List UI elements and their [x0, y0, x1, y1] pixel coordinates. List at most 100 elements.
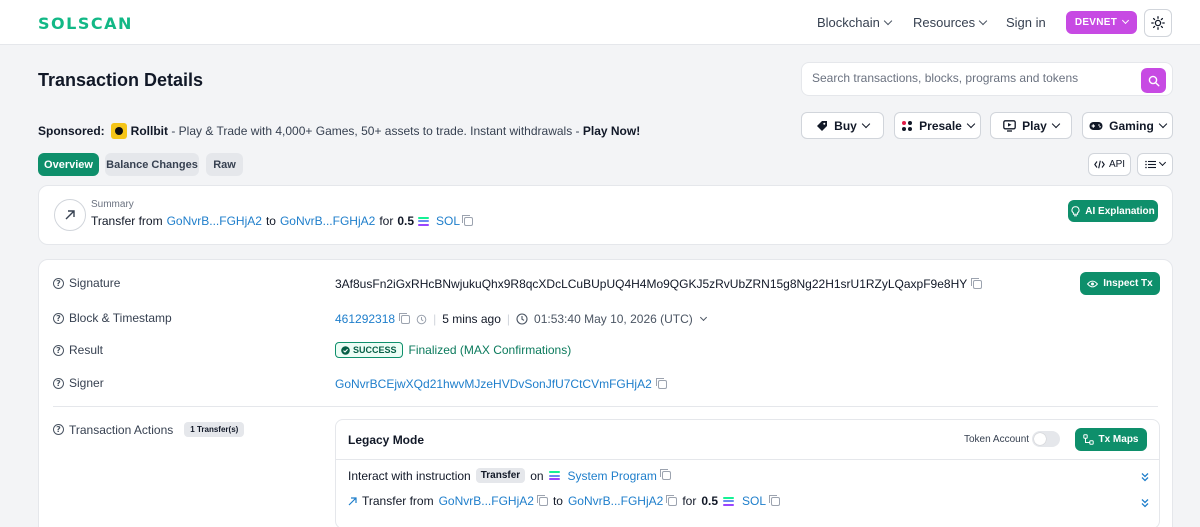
signer-label: Signer	[69, 376, 104, 390]
transfer-token-link[interactable]: SOL	[742, 494, 766, 508]
network-select-button[interactable]: DEVNET	[1066, 11, 1137, 34]
summary-token-link[interactable]: SOL	[436, 214, 460, 228]
presale-label: Presale	[919, 118, 962, 133]
nav-resources[interactable]: Resources	[913, 15, 988, 30]
api-label: API	[1108, 159, 1126, 170]
help-icon[interactable]: ?	[53, 377, 64, 389]
nav-blockchain[interactable]: Blockchain	[817, 15, 893, 30]
copy-icon[interactable]	[655, 377, 667, 389]
signer-address-link[interactable]: GoNvrBCEjwXQd21hwvMJzeHVDvSonJfU7CtCVmFG…	[335, 377, 652, 391]
summary-from-address[interactable]: GoNvrB...FGHjA2	[167, 214, 262, 228]
lightbulb-icon	[1071, 205, 1080, 216]
actions-panel: Legacy Mode Token Account Tx Maps Intera…	[335, 419, 1160, 527]
inspect-tx-button[interactable]: Inspect Tx	[1080, 272, 1160, 295]
signature-label: Signature	[69, 276, 121, 290]
signature-value: 3Af8usFn2iGxRHcBNwjukuQhx9R8qcXDcLCuBUpU…	[335, 277, 983, 291]
help-icon[interactable]: ?	[53, 312, 64, 324]
chevron-down-icon[interactable]	[699, 313, 707, 321]
copy-icon[interactable]	[536, 494, 548, 506]
interact-text: Interact with instruction	[348, 468, 471, 483]
play-button[interactable]: Play	[990, 112, 1072, 139]
page-title: Transaction Details	[38, 70, 204, 90]
help-icon[interactable]: ?	[53, 424, 64, 435]
presale-button[interactable]: Presale	[894, 112, 981, 139]
success-badge: SUCCESS	[335, 342, 403, 358]
chevron-down-icon	[978, 16, 988, 25]
search-button[interactable]	[1141, 68, 1166, 93]
chevron-down-icon	[861, 119, 871, 128]
block-number-link[interactable]: 461292318	[335, 312, 395, 326]
check-circle-icon	[341, 345, 350, 355]
summary-amount: 0.5	[397, 214, 415, 228]
on-text: on	[530, 468, 544, 483]
summary-to-text: to	[265, 214, 276, 228]
rollbit-logo-icon	[110, 123, 127, 139]
chevron-down-icon	[1122, 16, 1130, 25]
transfer-row: Transfer from GoNvrB...FGHjA2 to GoNvrB.…	[348, 494, 781, 508]
tab-overview[interactable]: Overview	[38, 153, 99, 176]
signature-label-row: ? Signature	[53, 276, 120, 290]
sponsored-banner[interactable]: Sponsored: Rollbit - Play & Trade with 4…	[38, 123, 640, 139]
result-label: Result	[69, 343, 104, 357]
sun-icon	[1151, 16, 1165, 30]
view-options-button[interactable]	[1137, 153, 1173, 176]
sponsor-cta[interactable]: Play Now!	[583, 124, 640, 138]
map-icon	[1083, 434, 1095, 445]
buy-label: Buy	[834, 118, 857, 133]
copy-icon[interactable]	[666, 494, 678, 506]
tx-maps-button[interactable]: Tx Maps	[1075, 428, 1147, 451]
sponsor-brand: Rollbit	[130, 124, 168, 138]
help-icon[interactable]: ?	[53, 277, 64, 289]
sol-token-icon	[723, 496, 735, 506]
transfer-to-link[interactable]: GoNvrB...FGHjA2	[568, 494, 663, 508]
ai-explanation-button[interactable]: AI Explanation	[1068, 200, 1158, 222]
search-input[interactable]	[812, 71, 1132, 85]
transfer-from-link[interactable]: GoNvrB...FGHjA2	[439, 494, 534, 508]
eye-icon	[1087, 280, 1099, 287]
copy-icon[interactable]	[399, 312, 411, 324]
block-value: 461292318 | 5 mins ago | 01:53:40 May 10…	[335, 312, 707, 326]
gaming-button[interactable]: Gaming	[1082, 112, 1173, 139]
success-label: SUCCESS	[353, 345, 397, 355]
double-chevron-down-icon[interactable]	[1141, 472, 1149, 482]
separator: |	[433, 312, 437, 326]
double-chevron-down-icon[interactable]	[1141, 498, 1149, 508]
system-program-link[interactable]: System Program	[568, 469, 657, 483]
search-box	[801, 62, 1173, 96]
actions-label: Transaction Actions	[69, 422, 174, 437]
copy-icon[interactable]	[659, 469, 671, 480]
signer-label-row: ? Signer	[53, 376, 104, 390]
help-icon[interactable]: ?	[53, 344, 64, 356]
summary-to-address[interactable]: GoNvrB...FGHjA2	[280, 214, 375, 228]
solscan-logo[interactable]: SOLSCAN	[38, 14, 133, 33]
copy-icon[interactable]	[462, 214, 474, 226]
chevron-down-icon	[1051, 119, 1061, 128]
copy-icon[interactable]	[971, 277, 983, 289]
sponsor-text: - Play & Trade with 4,000+ Games, 50+ as…	[168, 124, 583, 138]
block-label-row: ? Block & Timestamp	[53, 311, 172, 325]
sol-token-icon	[548, 471, 560, 480]
signer-value: GoNvrBCEjwXQd21hwvMJzeHVDvSonJfU7CtCVmFG…	[335, 377, 667, 391]
summary-for-text: for	[379, 214, 394, 228]
buy-button[interactable]: Buy	[801, 112, 884, 139]
chevron-down-icon	[883, 16, 893, 25]
transfer-arrow-icon	[54, 199, 86, 231]
tab-balance-changes[interactable]: Balance Changes	[105, 153, 199, 176]
block-age: 5 mins ago	[442, 312, 501, 326]
token-account-toggle[interactable]	[1032, 431, 1060, 447]
network-label: DEVNET	[1074, 17, 1118, 28]
sign-in-link[interactable]: Sign in	[1006, 15, 1046, 30]
instruction-badge: Transfer	[475, 468, 526, 483]
tab-raw[interactable]: Raw	[206, 153, 243, 176]
tx-maps-label: Tx Maps	[1098, 434, 1139, 445]
sponsored-label: Sponsored:	[38, 124, 105, 138]
block-label: Block & Timestamp	[69, 311, 172, 325]
for-text: for	[682, 494, 697, 508]
copy-icon[interactable]	[769, 494, 781, 506]
code-icon	[1094, 160, 1105, 169]
grid-dots-icon	[902, 120, 913, 131]
api-button[interactable]: API	[1088, 153, 1131, 176]
nav-resources-label: Resources	[913, 15, 976, 30]
theme-toggle-button[interactable]	[1144, 9, 1172, 37]
transfer-count-badge: 1 Transfer(s)	[184, 422, 245, 437]
